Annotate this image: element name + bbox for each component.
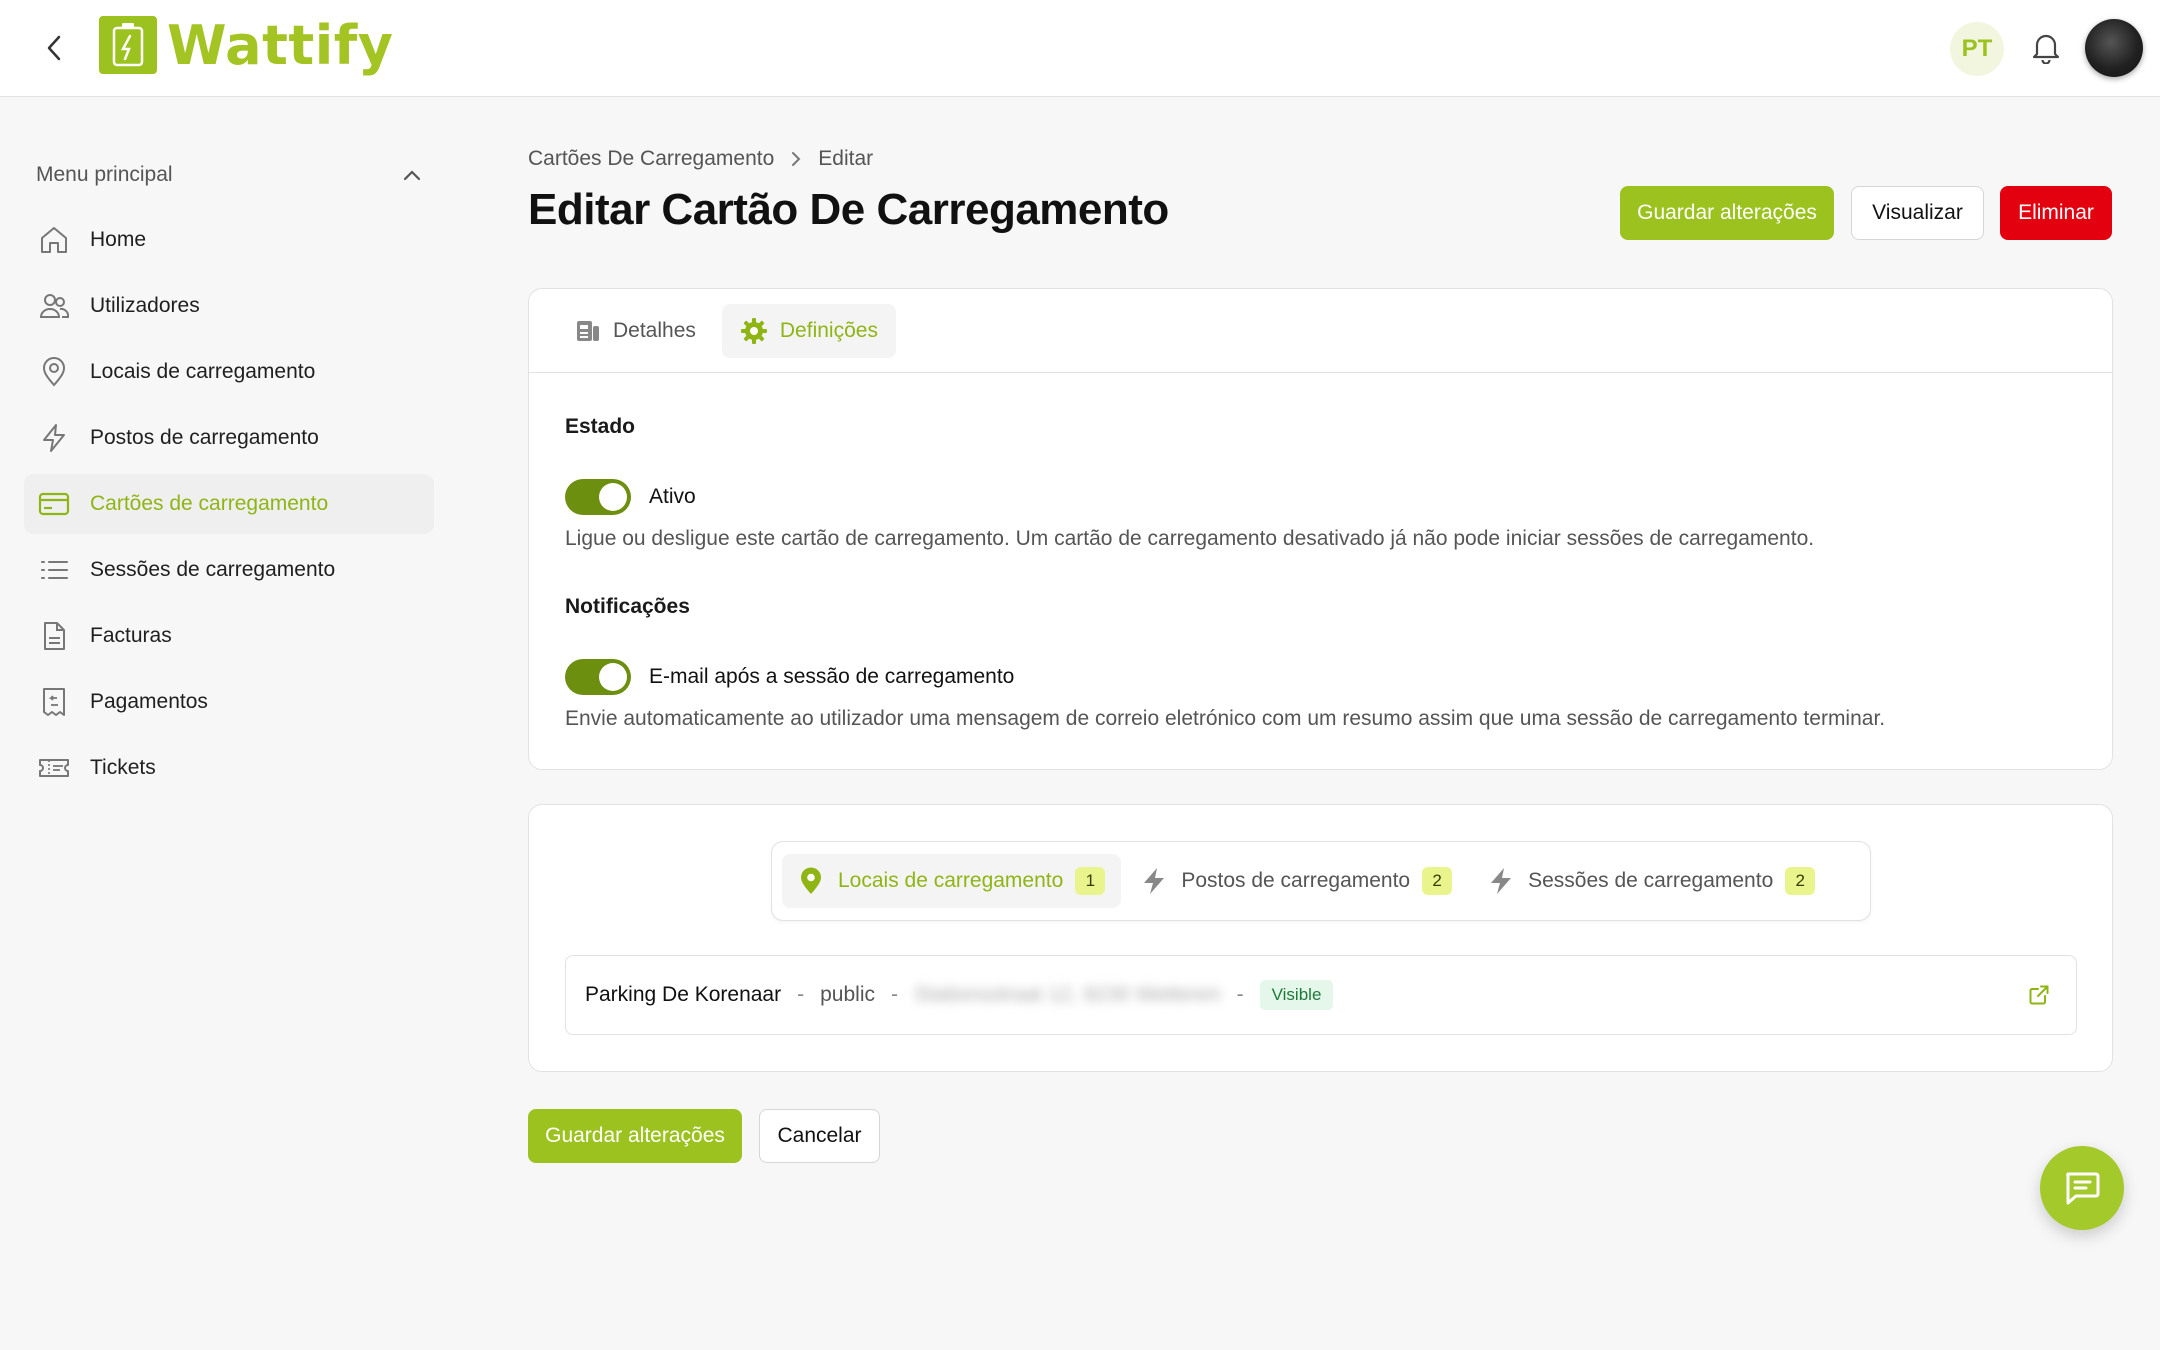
document-icon xyxy=(36,618,72,654)
sidebar-item-label: Sessões de carregamento xyxy=(90,558,336,581)
separator: - xyxy=(797,983,805,1006)
lightning-icon xyxy=(1141,867,1167,895)
email-toggle-label: E-mail após a sessão de carregamento xyxy=(649,665,1015,688)
email-toggle-row: E-mail após a sessão de carregamento xyxy=(565,659,1014,695)
sidebar-item-invoices[interactable]: Facturas xyxy=(24,606,434,666)
related-card: Locais de carregamento 1 Postos de carre… xyxy=(528,804,2113,1072)
tab-charging-stations[interactable]: Postos de carregamento 2 xyxy=(1125,854,1468,908)
tab-bar: Detalhes Definições xyxy=(529,289,2112,373)
related-tab-bar: Locais de carregamento 1 Postos de carre… xyxy=(771,841,1871,921)
sidebar-item-tickets[interactable]: Tickets xyxy=(24,738,434,798)
user-avatar[interactable] xyxy=(2085,19,2143,77)
list-icon xyxy=(36,552,72,588)
language-badge[interactable]: PT xyxy=(1950,22,2004,76)
settings-card: Detalhes Definições Estado Ativo Ligue o… xyxy=(528,288,2113,770)
location-name: Parking De Korenaar xyxy=(585,983,782,1006)
chevron-left-icon xyxy=(47,35,61,61)
sidebar-item-payments[interactable]: Pagamentos xyxy=(24,672,434,732)
bell-icon xyxy=(2032,34,2060,64)
sidebar-item-label: Locais de carregamento xyxy=(90,360,316,383)
location-access: public xyxy=(820,983,875,1006)
notifications-section-title: Notificações xyxy=(565,595,690,618)
active-toggle[interactable] xyxy=(565,479,631,515)
sidebar-item-charging-stations[interactable]: Postos de carregamento xyxy=(24,408,434,468)
status-toggle-row: Ativo xyxy=(565,479,696,515)
location-pin-icon xyxy=(798,867,824,895)
credit-card-icon xyxy=(36,486,72,522)
sidebar-item-users[interactable]: Utilizadores xyxy=(24,276,434,336)
delete-button[interactable]: Eliminar xyxy=(2000,186,2112,240)
wattify-logo[interactable]: Wattify xyxy=(99,13,394,77)
active-toggle-label: Ativo xyxy=(649,485,696,508)
top-bar: Wattify PT xyxy=(0,0,2160,97)
preview-button[interactable]: Visualizar xyxy=(1851,186,1984,240)
sidebar-item-label: Cartões de carregamento xyxy=(90,492,329,515)
external-link-icon[interactable] xyxy=(2028,984,2050,1006)
menu-header[interactable]: Menu principal xyxy=(24,140,434,210)
menu-header-label: Menu principal xyxy=(36,163,173,186)
count-badge: 2 xyxy=(1422,867,1453,895)
sidebar-item-label: Home xyxy=(90,228,147,251)
sidebar-item-label: Postos de carregamento xyxy=(90,426,319,449)
sidebar-item-charging-cards[interactable]: Cartões de carregamento xyxy=(24,474,434,534)
sidebar-item-charging-locations[interactable]: Locais de carregamento xyxy=(24,342,434,402)
sidebar-item-label: Tickets xyxy=(90,756,156,779)
separator: - xyxy=(890,983,898,1006)
chevron-right-icon xyxy=(790,150,802,168)
back-button[interactable] xyxy=(36,30,72,66)
sidebar: Menu principal Home Utilizadores Locais … xyxy=(24,140,434,804)
sidebar-item-charging-sessions[interactable]: Sessões de carregamento xyxy=(24,540,434,600)
tab-label: Locais de carregamento xyxy=(838,869,1064,892)
sidebar-item-home[interactable]: Home xyxy=(24,210,434,270)
sidebar-item-label: Pagamentos xyxy=(90,690,208,713)
tab-charging-sessions[interactable]: Sessões de carregamento 2 xyxy=(1472,854,1831,908)
users-icon xyxy=(36,288,72,324)
receipt-icon xyxy=(36,684,72,720)
newspaper-icon xyxy=(575,318,601,344)
tab-details[interactable]: Detalhes xyxy=(557,304,714,358)
breadcrumb-current: Editar xyxy=(818,147,874,170)
status-section-title: Estado xyxy=(565,415,636,438)
breadcrumb: Cartões De Carregamento Editar xyxy=(528,147,873,171)
location-address: Stationsstraat 12, 9230 Wetteren xyxy=(913,983,1221,1006)
tab-label: Postos de carregamento xyxy=(1181,869,1411,892)
tab-label: Sessões de carregamento xyxy=(1528,869,1774,892)
tab-label: Detalhes xyxy=(613,318,696,342)
chevron-up-icon xyxy=(403,170,421,181)
chat-button[interactable] xyxy=(2040,1146,2124,1230)
lightning-icon xyxy=(36,420,72,456)
footer-save-button[interactable]: Guardar alterações xyxy=(528,1109,742,1163)
breadcrumb-parent-link[interactable]: Cartões De Carregamento xyxy=(528,147,774,171)
ticket-icon xyxy=(36,750,72,786)
tab-label: Definições xyxy=(779,318,878,342)
gear-icon xyxy=(740,317,768,345)
sidebar-item-label: Facturas xyxy=(90,624,172,647)
save-changes-button[interactable]: Guardar alterações xyxy=(1620,186,1834,240)
tab-charging-locations[interactable]: Locais de carregamento 1 xyxy=(782,854,1122,908)
notifications-help-text: Envie automaticamente ao utilizador uma … xyxy=(565,707,1886,730)
status-help-text: Ligue ou desligue este cartão de carrega… xyxy=(565,527,1815,550)
notifications-button[interactable] xyxy=(2026,28,2066,68)
separator: - xyxy=(1236,983,1244,1006)
location-pin-icon xyxy=(36,354,72,390)
email-after-session-toggle[interactable] xyxy=(565,659,631,695)
lightning-icon xyxy=(1488,867,1514,895)
cancel-button[interactable]: Cancelar xyxy=(759,1109,880,1163)
home-icon xyxy=(36,222,72,258)
count-badge: 2 xyxy=(1785,867,1816,895)
chat-bubble-icon xyxy=(2066,1172,2100,1205)
status-badge: Visible xyxy=(1259,980,1334,1010)
list-item[interactable]: Parking De Korenaar - public - Stationss… xyxy=(565,955,2077,1035)
tab-settings[interactable]: Definições xyxy=(721,303,896,358)
battery-logo-icon xyxy=(99,16,157,74)
sidebar-item-label: Utilizadores xyxy=(90,294,200,317)
page-title: Editar Cartão De Carregamento xyxy=(528,185,1169,234)
count-badge: 1 xyxy=(1075,867,1106,895)
app-name: Wattify xyxy=(167,13,394,77)
